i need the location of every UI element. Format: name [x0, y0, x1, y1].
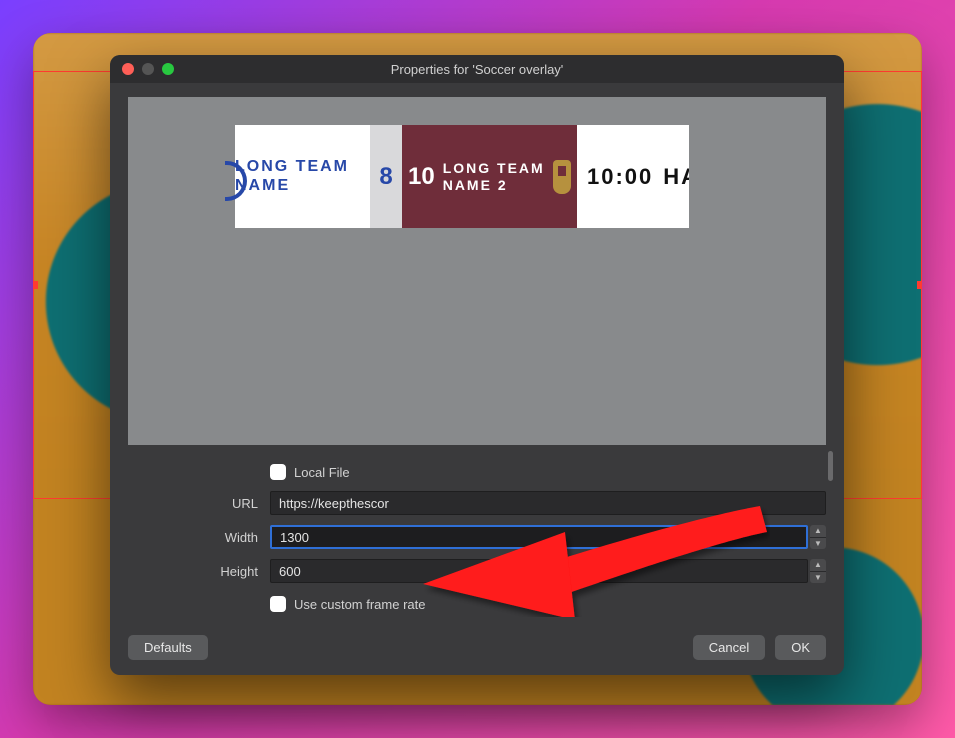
crop-handle-right[interactable]: [917, 281, 922, 289]
defaults-button[interactable]: Defaults: [128, 635, 208, 660]
team2-crest-icon: [553, 160, 571, 194]
minimize-icon[interactable]: [142, 63, 154, 75]
game-period: HALF: [663, 164, 689, 190]
local-file-checkbox[interactable]: [270, 464, 286, 480]
url-value: https://keepthescor: [279, 496, 389, 511]
team1-score: 8: [370, 125, 402, 228]
height-input[interactable]: 600: [270, 559, 808, 583]
close-icon[interactable]: [122, 63, 134, 75]
game-clock: 10:00: [587, 164, 653, 190]
width-row: Width 1300 ▲▼: [128, 521, 826, 553]
url-label: URL: [128, 496, 270, 511]
url-input[interactable]: https://keepthescor: [270, 491, 826, 515]
form-area: Local File URL https://keepthescor Width…: [128, 445, 826, 617]
width-stepper[interactable]: ▲▼: [810, 525, 826, 549]
properties-dialog: Properties for 'Soccer overlay' LONG TEA…: [110, 55, 844, 675]
preview-area: LONG TEAM NAME 8 10 LONG TEAM NAME 2 10:…: [128, 97, 826, 445]
chevron-up-icon[interactable]: ▲: [810, 525, 826, 538]
scoreboard-overlay: LONG TEAM NAME 8 10 LONG TEAM NAME 2 10:…: [235, 125, 689, 228]
custom-fps-checkbox[interactable]: [270, 596, 286, 612]
chevron-up-icon[interactable]: ▲: [810, 559, 826, 572]
cancel-button[interactable]: Cancel: [693, 635, 765, 660]
width-label: Width: [128, 530, 270, 545]
scrollbar-thumb[interactable]: [828, 451, 833, 481]
dialog-body: LONG TEAM NAME 8 10 LONG TEAM NAME 2 10:…: [110, 83, 844, 619]
custom-fps-label: Use custom frame rate: [294, 597, 426, 612]
crop-handle-left[interactable]: [33, 281, 38, 289]
window-title: Properties for 'Soccer overlay': [110, 62, 844, 77]
local-file-row: Local File: [128, 459, 826, 485]
team2-name: LONG TEAM NAME 2: [443, 160, 547, 192]
height-stepper[interactable]: ▲▼: [810, 559, 826, 583]
ok-button[interactable]: OK: [775, 635, 826, 660]
url-row: URL https://keepthescor: [128, 487, 826, 519]
dialog-footer: Defaults Cancel OK: [110, 619, 844, 675]
team1-name: LONG TEAM NAME: [235, 158, 364, 195]
scoreboard-center: 10 LONG TEAM NAME 2: [402, 125, 577, 228]
height-value: 600: [279, 564, 301, 579]
height-label: Height: [128, 564, 270, 579]
window-controls: [110, 63, 174, 75]
width-value: 1300: [280, 530, 309, 545]
team2-score: 10: [408, 163, 435, 191]
scoreboard-left: LONG TEAM NAME: [235, 125, 370, 228]
height-row: Height 600 ▲▼: [128, 555, 826, 587]
maximize-icon[interactable]: [162, 63, 174, 75]
chevron-down-icon[interactable]: ▼: [810, 572, 826, 584]
custom-fps-row: Use custom frame rate: [128, 591, 826, 617]
titlebar: Properties for 'Soccer overlay': [110, 55, 844, 83]
width-input[interactable]: 1300: [270, 525, 808, 549]
scoreboard-right: 10:00 HALF: [577, 125, 689, 228]
chevron-down-icon[interactable]: ▼: [810, 538, 826, 550]
local-file-label: Local File: [294, 465, 350, 480]
